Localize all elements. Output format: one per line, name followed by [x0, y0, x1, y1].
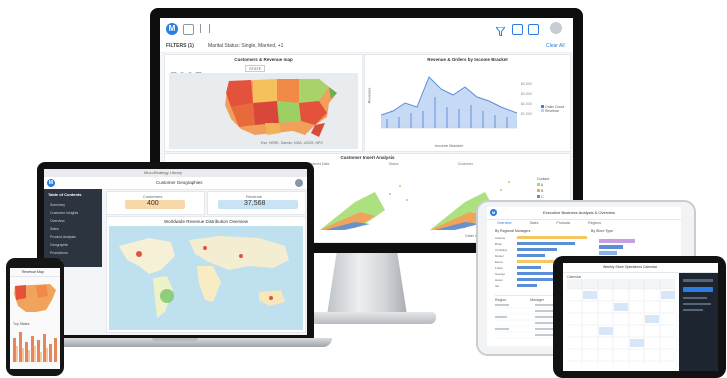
toc-item[interactable]: Overview: [50, 217, 78, 225]
map-attribution: Esri, HERE, Garmin, NGA, USGS, NPS: [261, 141, 323, 145]
dark-tablet-side-panel: [679, 273, 718, 371]
map-layer-dropdown[interactable]: STATE: [245, 65, 266, 72]
dark-tablet-header: Weekly Store Operations Calendar: [563, 263, 718, 273]
revenue-legend: Order Count Revenue: [541, 105, 564, 113]
laptop-screen: MicroStrategy Library M Customer Geograp…: [44, 169, 307, 335]
svg-text:Christina: Christina: [495, 248, 507, 252]
toc-item[interactable]: Customer Insights: [50, 209, 78, 217]
calendar-grid[interactable]: Calendar: [567, 275, 675, 367]
kpi-customers-value: 400: [147, 200, 159, 207]
revenue-chart-title: Revenue & Orders by Income Bracket: [427, 57, 508, 62]
grid-col-customer[interactable]: Customer: [458, 162, 473, 166]
tablet-app-logo[interactable]: M: [490, 209, 497, 216]
apply-button[interactable]: [683, 287, 713, 292]
svg-text:Helen: Helen: [495, 278, 503, 282]
filter-summary[interactable]: Marital Status: Single, Married, +1: [208, 43, 283, 49]
kpi-revenue-label: Revenue: [246, 194, 263, 199]
kpi-customers[interactable]: Customers 400: [106, 191, 205, 215]
laptop-user-avatar[interactable]: [295, 179, 303, 187]
svg-text:Andrew: Andrew: [495, 236, 506, 240]
tablet-tab[interactable]: Regions: [588, 221, 601, 225]
filters-label[interactable]: FILTERS (1): [166, 43, 194, 49]
kpi-customers-label: Customers: [143, 194, 163, 199]
phone-subtitle: Top States: [13, 322, 30, 326]
revenue-y-label: Revenue: [366, 87, 372, 104]
svg-text:$3,000: $3,000: [521, 92, 532, 96]
phone-us-map[interactable]: [12, 280, 58, 318]
scatter-legend-a: A: [540, 183, 544, 187]
svg-text:George: George: [495, 272, 505, 276]
revenue-x-label: Income Bracket: [435, 143, 463, 148]
tablet-header: M Executive Business Analysis & Overview: [487, 207, 681, 220]
comment-icon[interactable]: [512, 24, 523, 35]
phone-screen: Revenue Map Top States: [10, 268, 60, 369]
grid-col-status[interactable]: Status: [389, 162, 399, 166]
customer-map-panel: Customers & Revenue map STATE Esri, HERE…: [164, 54, 363, 152]
legend-revenue: Revenue: [544, 109, 559, 113]
world-map-panel: Worldwide Revenue Distribution Overview: [106, 216, 306, 333]
tablet-title: Executive Business Analysis & Overview: [543, 210, 616, 215]
phone-header: Revenue Map: [10, 268, 60, 277]
scatter-legend-c: C: [540, 195, 544, 199]
laptop-app-logo[interactable]: M: [47, 179, 55, 187]
world-map-title: Worldwide Revenue Distribution Overview: [164, 219, 248, 224]
laptop-window-title: MicroStrategy Library: [144, 170, 183, 175]
filter-bar: FILTERS (1) Marital Status: Single, Marr…: [160, 40, 573, 53]
dark-tablet-title: Weekly Store Operations Calendar: [603, 265, 658, 269]
world-map[interactable]: [109, 226, 303, 330]
phone-bar-chart[interactable]: [12, 328, 58, 362]
tablet-tabs: Overview Sales Products Regions: [497, 221, 673, 225]
revenue-chart-panel: Revenue & Orders by Income Bracket Reven…: [364, 54, 571, 152]
filter-icon[interactable]: [494, 23, 507, 37]
table-of-contents-sidebar: Table of Contents Summary Customer Insig…: [44, 189, 102, 267]
svg-text:Daniel: Daniel: [495, 254, 504, 258]
svg-text:Brian: Brian: [495, 242, 502, 246]
toc-list: Summary Customer Insights Overview Sales…: [50, 201, 78, 265]
toc-item[interactable]: Geographic: [50, 241, 78, 249]
toc-title: Table of Contents: [48, 192, 82, 197]
laptop-notch: [152, 338, 198, 341]
toc-item[interactable]: Product Analysis: [50, 233, 78, 241]
dark-tablet-screen: Weekly Store Operations Calendar Calenda…: [563, 263, 718, 371]
svg-text:Elena: Elena: [495, 260, 503, 264]
us-map[interactable]: [169, 73, 358, 149]
share-icon[interactable]: [528, 24, 539, 35]
scatter-legend-b: B: [540, 189, 544, 193]
svg-text:$1,000: $1,000: [521, 112, 532, 116]
svg-text:Ian: Ian: [495, 284, 500, 288]
map-tools[interactable]: [170, 65, 207, 78]
tablet-tab[interactable]: Overview: [497, 221, 512, 225]
revenue-area-chart[interactable]: [380, 67, 518, 129]
tablet-tab[interactable]: Sales: [530, 221, 539, 225]
phone-title: Revenue Map: [22, 270, 44, 274]
toc-item[interactable]: Promotions: [50, 249, 78, 257]
top-toolbar: M: [160, 18, 573, 41]
svg-text:$2,000: $2,000: [521, 102, 532, 106]
monitor-stand-base: [300, 312, 436, 324]
user-avatar[interactable]: [550, 22, 562, 34]
kpi-revenue[interactable]: Revenue 37,568: [207, 191, 306, 215]
toc-item[interactable]: Summary: [50, 201, 78, 209]
svg-text:$4,000: $4,000: [521, 82, 532, 86]
clear-filters-link[interactable]: Clear All: [546, 43, 565, 49]
library-icon[interactable]: [183, 24, 194, 35]
tablet-chart-title: By Regional Managers: [495, 229, 531, 233]
laptop-header-title: Customer Geographies: [156, 180, 203, 185]
tablet-tab[interactable]: Products: [556, 221, 570, 225]
tablet-chart-title-2: By Store Type: [591, 229, 613, 233]
toc-item[interactable]: Sales: [50, 225, 78, 233]
scatter-title: Customer Insert Analysis: [340, 155, 395, 160]
map-title: Customers & Revenue map: [234, 57, 293, 62]
revenue-right-axis: $4,000 $3,000 $2,000 $1,000: [521, 81, 535, 121]
app-logo[interactable]: M: [166, 23, 178, 35]
back-icon[interactable]: [200, 24, 210, 33]
monitor-stand: [327, 253, 407, 315]
svg-text:Frank: Frank: [495, 266, 503, 270]
kpi-revenue-value: 37,568: [244, 200, 266, 207]
